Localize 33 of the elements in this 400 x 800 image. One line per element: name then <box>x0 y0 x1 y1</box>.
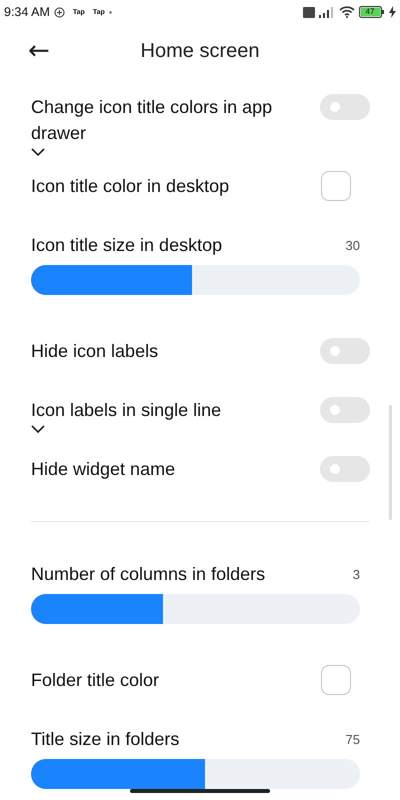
setting-label: Icon title color in desktop <box>31 175 230 198</box>
setting-label: Number of columns in folders <box>31 563 266 586</box>
setting-label: Hide widget name <box>31 458 176 481</box>
color-swatch[interactable] <box>321 665 351 695</box>
setting-label: Change icon title colors in app drawer <box>31 96 274 145</box>
toggle-switch[interactable] <box>320 456 370 482</box>
slider-track[interactable] <box>31 759 360 789</box>
page-title: Home screen <box>140 40 260 62</box>
charging-icon <box>389 6 396 18</box>
slider-value: 3 <box>352 566 360 582</box>
chevron-down-icon[interactable] <box>31 425 45 434</box>
signal-icon <box>319 6 335 18</box>
sim-icon <box>303 6 315 18</box>
toggle-switch[interactable] <box>320 397 370 423</box>
battery-icon: 47 <box>359 6 385 18</box>
toggle-switch[interactable] <box>320 94 370 120</box>
setting-label: Icon labels in single line <box>31 399 222 422</box>
color-swatch[interactable] <box>321 171 351 201</box>
setting-label: Icon title size in desktop <box>31 234 224 257</box>
dot-icon <box>108 10 112 14</box>
toggle-switch[interactable] <box>320 338 370 364</box>
slider-track[interactable] <box>31 594 360 624</box>
setting-label: Folder title color <box>31 669 160 692</box>
slider-track[interactable] <box>31 265 360 295</box>
back-button[interactable]: ← <box>28 38 50 64</box>
status-time: 9:34 AM <box>4 5 50 19</box>
add-circle-icon <box>54 6 65 18</box>
setting-label: Title size in folders <box>31 728 180 751</box>
wifi-icon <box>339 6 355 18</box>
slider-value: 30 <box>346 238 360 252</box>
slider-value: 75 <box>346 732 360 746</box>
setting-label: Hide icon labels <box>31 340 160 363</box>
chevron-down-icon[interactable] <box>31 148 45 157</box>
